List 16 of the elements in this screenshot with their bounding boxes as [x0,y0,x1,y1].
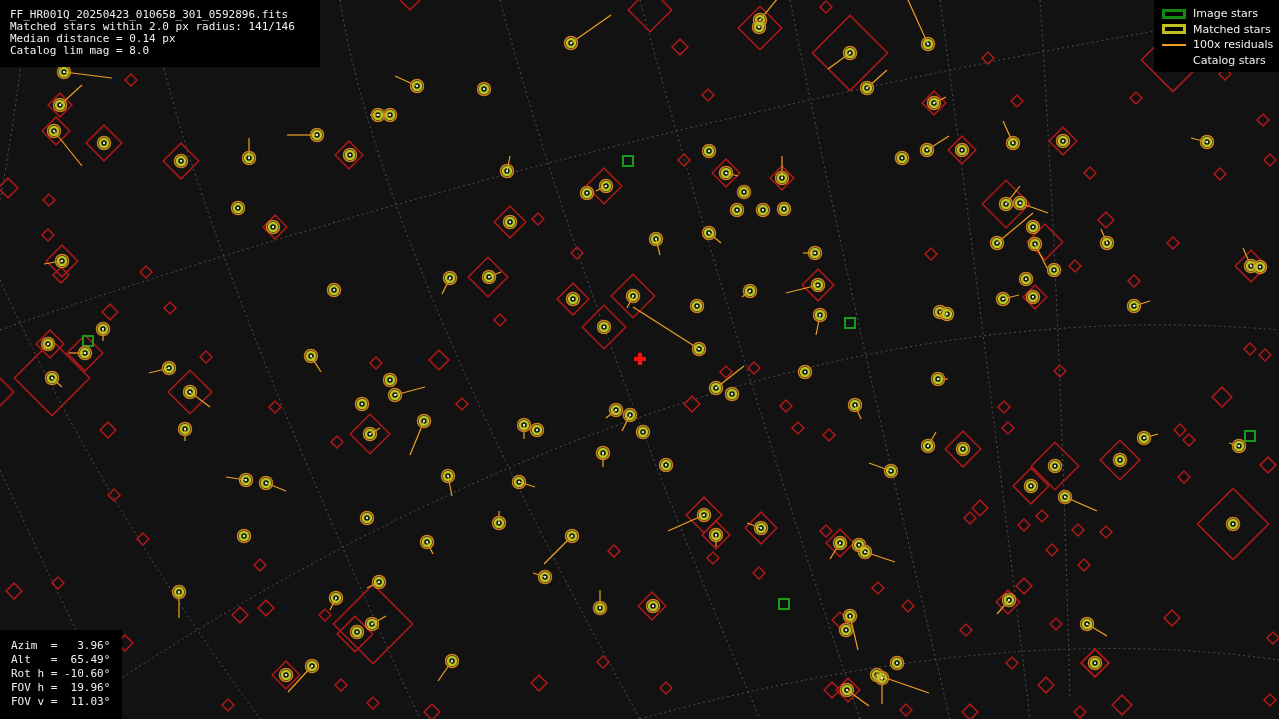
legend-label: Matched stars [1193,22,1271,36]
info-text: Median distance = 0.14 px [10,33,177,45]
residual-line-icon [1162,43,1186,46]
legend-label: 100x residuals [1193,38,1274,52]
info-text: Matched stars within 2.0 px radius: 141/146 [10,21,296,33]
pointing-text: Alt = 65.49° [11,653,112,667]
pointing-text: FOV v = 11.03° [11,695,112,709]
image-star-swatch-icon [1162,8,1186,19]
pointing-text: FOV h = 19.96° [11,681,112,695]
info-text: FF_HR001Q_20250423_010658_301_0592896.fits [10,9,290,21]
pointing-text: Rot h = -10.60° [11,667,112,681]
info-text: Catalog lim mag = 8.0 [10,45,151,57]
pointing-text: Azim = 3.96° [11,639,112,653]
matched-star-swatch-icon [1162,24,1186,35]
legend-label: Image stars [1193,7,1258,21]
legend-label: Catalog stars [1193,53,1266,67]
